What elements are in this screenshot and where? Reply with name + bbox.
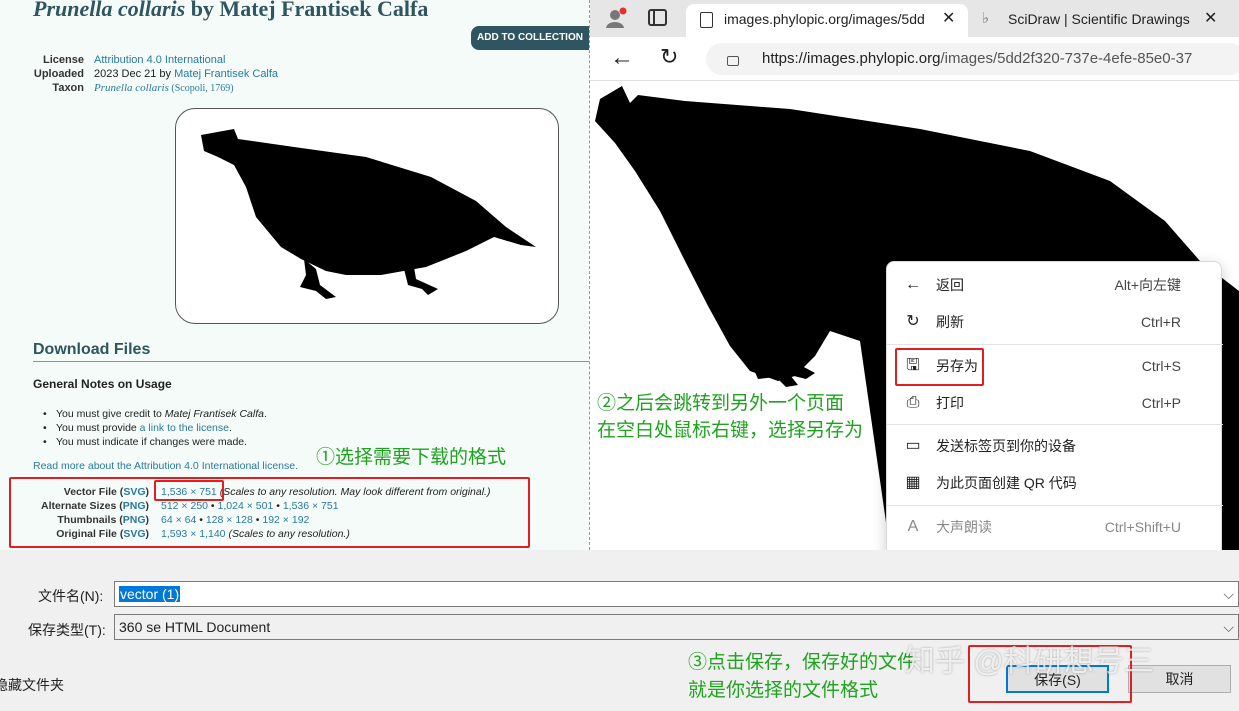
qr-code-icon: ▦ bbox=[905, 474, 921, 491]
menu-shortcut: Ctrl+R bbox=[1140, 314, 1181, 330]
note-text: . bbox=[228, 422, 232, 434]
close-icon[interactable]: ✕ bbox=[942, 4, 955, 34]
menu-item-label: 刷新 bbox=[936, 314, 964, 330]
menu-item-label: 打印 bbox=[936, 395, 964, 411]
read-more-link[interactable]: Read more about the Attribution 4.0 Inte… bbox=[33, 460, 298, 472]
print-icon: ⎙ bbox=[906, 394, 920, 411]
tab-actions-icon[interactable] bbox=[648, 9, 667, 26]
watermark: 知乎 @科研想号三 bbox=[905, 645, 1154, 678]
menu-item-refresh[interactable]: ↻ 刷新 Ctrl+R bbox=[887, 304, 1223, 340]
menu-item-label: 返回 bbox=[936, 277, 964, 293]
step2-instruction: ②之后会跳转到另外一个页面 bbox=[597, 393, 845, 414]
heading-divider bbox=[33, 361, 589, 362]
step3-instruction-2: 就是你选择的文件格式 bbox=[688, 680, 879, 701]
menu-item-label: 发送标签页到你的设备 bbox=[936, 438, 1076, 454]
send-device-icon: ▭ bbox=[905, 437, 921, 454]
tab-title: SciDraw | Scientific Drawings bbox=[1008, 11, 1190, 27]
page-title: Prunella collaris by Matej Frantisek Cal… bbox=[33, 0, 428, 22]
filename-input[interactable]: vector (1) ⌵ bbox=[114, 581, 1239, 607]
chevron-down-icon[interactable]: ⌵ bbox=[1223, 615, 1234, 639]
usage-notes-list: You must give credit to Matej Frantisek … bbox=[43, 407, 267, 449]
vector-size-highlight-box bbox=[154, 480, 224, 501]
refresh-icon: ↻ bbox=[906, 313, 920, 330]
chevron-down-icon[interactable]: ⌵ bbox=[1223, 582, 1234, 606]
title-taxon: Prunella collaris bbox=[33, 0, 186, 21]
context-menu: ← 返回 Alt+向左键 ↻ 刷新 Ctrl+R 🖫 另存为 Ctrl+S ⎙ 打印 Ctrl+… bbox=[886, 261, 1223, 561]
url-field[interactable]: https://images.phylopic.org/images/5dd2f… bbox=[706, 43, 1239, 75]
note-text: You must indicate if changes were made. bbox=[56, 436, 248, 448]
menu-separator bbox=[887, 505, 1223, 506]
hide-folders-toggle[interactable]: 隐藏文件夹 bbox=[0, 675, 64, 695]
upload-date: 2023 Dec 21 by bbox=[94, 68, 175, 80]
filetype-value: 360 se HTML Document bbox=[119, 619, 271, 635]
menu-item-label: 为此页面创建 QR 代码 bbox=[936, 475, 1077, 491]
menu-shortcut: Ctrl+Shift+U bbox=[1104, 519, 1181, 535]
tab-title: images.phylopic.org/images/5dd bbox=[724, 11, 925, 27]
note-credit: Matej Frantisek Calfa bbox=[164, 408, 264, 420]
meta-taxon: Taxon Prunella collaris (Scopoli, 1769) bbox=[0, 81, 234, 96]
back-arrow-icon: ← bbox=[905, 276, 921, 293]
step2-instruction-2: 在空白处鼠标右键，选择另存为 bbox=[597, 420, 864, 441]
close-icon[interactable]: ✕ bbox=[1204, 4, 1217, 34]
reload-icon[interactable]: ↻ bbox=[660, 44, 678, 70]
url-host: https://images.phylopic.org bbox=[762, 50, 941, 67]
meta-license: License Attribution 4.0 International bbox=[0, 53, 225, 67]
list-item: You must indicate if changes were made. bbox=[43, 435, 267, 449]
usage-notes-heading: General Notes on Usage bbox=[33, 377, 172, 391]
list-item: You must provide a link to the license. bbox=[43, 421, 267, 435]
author-link[interactable]: Matej Frantisek Calfa bbox=[174, 68, 278, 80]
menu-item-label: 大声朗读 bbox=[936, 519, 992, 535]
taxon-authority: (Scopoli, 1769) bbox=[168, 83, 234, 94]
menu-item-print[interactable]: ⎙ 打印 Ctrl+P bbox=[887, 385, 1223, 421]
menu-separator bbox=[887, 424, 1223, 425]
filename-value: vector (1) bbox=[119, 586, 181, 602]
menu-shortcut: Alt+向左键 bbox=[1114, 277, 1181, 293]
meta-key: Taxon bbox=[52, 82, 84, 94]
title-author: by Matej Frantisek Calfa bbox=[185, 0, 429, 21]
taxon-link[interactable]: Prunella collaris bbox=[94, 82, 169, 94]
step1-instruction: ①选择需要下载的格式 bbox=[316, 447, 507, 468]
silhouette-preview bbox=[175, 108, 559, 324]
scidraw-favicon-icon: ♭ bbox=[982, 10, 990, 27]
license-link[interactable]: a link to the license bbox=[140, 422, 229, 434]
address-bar-row: ← ↻ https://images.phylopic.org/images/5… bbox=[590, 37, 1239, 81]
bird-silhouette-icon bbox=[201, 129, 536, 299]
note-text: You must give credit to bbox=[56, 408, 165, 420]
meta-key: License bbox=[43, 54, 84, 66]
files-highlight-box bbox=[9, 477, 530, 548]
tab-phylopic[interactable]: images.phylopic.org/images/5dd ✕ bbox=[686, 4, 968, 37]
menu-shortcut: Ctrl+P bbox=[1141, 395, 1181, 411]
menu-separator bbox=[887, 344, 1223, 345]
menu-item-qr-code[interactable]: ▦ 为此页面创建 QR 代码 bbox=[887, 465, 1223, 501]
note-text: You must provide bbox=[56, 422, 140, 434]
profile-icon[interactable] bbox=[604, 6, 628, 30]
meta-key: Uploaded bbox=[33, 68, 84, 80]
step3-instruction: ③点击保存，保存好的文件 bbox=[688, 652, 917, 673]
tab-strip: images.phylopic.org/images/5dd ✕ ♭ SciDr… bbox=[590, 0, 1239, 37]
download-files-heading: Download Files bbox=[33, 341, 151, 358]
filename-label: 文件名(N): bbox=[38, 588, 104, 604]
menu-item-send-tab[interactable]: ▭ 发送标签页到你的设备 bbox=[887, 428, 1223, 464]
menu-shortcut: Ctrl+S bbox=[1141, 358, 1181, 374]
menu-item-back[interactable]: ← 返回 Alt+向左键 bbox=[887, 267, 1223, 303]
read-aloud-icon: A bbox=[907, 518, 919, 535]
filetype-label: 保存类型(T): bbox=[28, 622, 106, 638]
save-as-highlight-box bbox=[895, 348, 984, 386]
back-icon[interactable]: ← bbox=[610, 44, 634, 72]
page-icon bbox=[700, 12, 713, 28]
lock-icon bbox=[727, 56, 739, 66]
menu-item-read-aloud[interactable]: A 大声朗读 Ctrl+Shift+U bbox=[887, 509, 1223, 545]
save-dialog: 文件名(N): vector (1) ⌵ 保存类型(T): 360 se HTML… bbox=[0, 550, 1239, 711]
license-link[interactable]: Attribution 4.0 International bbox=[94, 54, 225, 66]
meta-uploaded: Uploaded 2023 Dec 21 by Matej Frantisek C… bbox=[0, 67, 278, 81]
note-text: . bbox=[263, 408, 267, 420]
tab-scidraw[interactable]: ♭ SciDraw | Scientific Drawings ✕ bbox=[972, 4, 1239, 37]
url-path: /images/5dd2f320-737e-4efe-85e0-37 bbox=[940, 50, 1193, 67]
add-to-collection-button[interactable]: ADD TO COLLECTION bbox=[471, 26, 589, 50]
list-item: You must give credit to Matej Frantisek … bbox=[43, 407, 267, 421]
